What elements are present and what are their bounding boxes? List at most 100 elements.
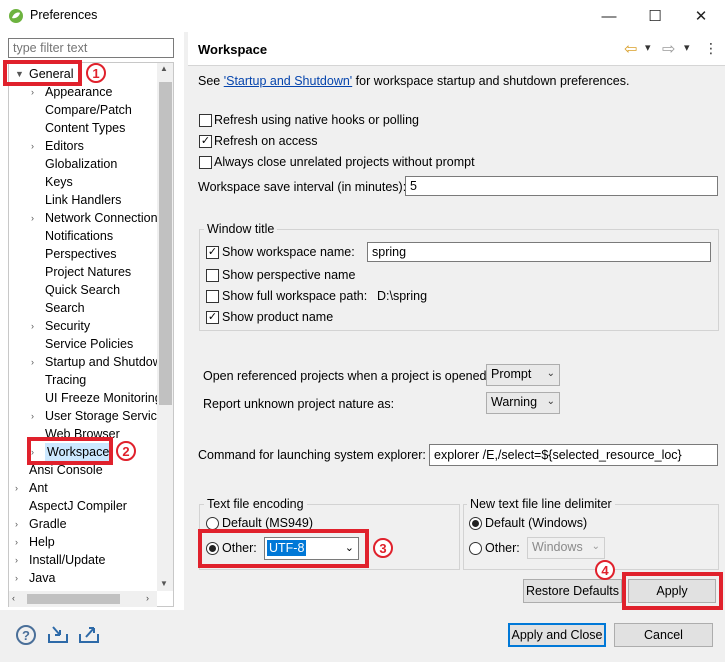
show-full-path-checkbox[interactable] bbox=[206, 290, 219, 303]
show-workspace-name-checkbox[interactable]: ✓ bbox=[206, 246, 219, 259]
tree-item-project-natures[interactable]: Project Natures bbox=[45, 263, 131, 281]
tree-item-link-handlers[interactable]: Link Handlers bbox=[45, 191, 121, 209]
expand-arrow-icon[interactable]: › bbox=[31, 317, 34, 335]
maximize-button[interactable]: ☐ bbox=[632, 0, 678, 32]
tree-item-label: Editors bbox=[45, 139, 84, 153]
tree-item-label: Java bbox=[29, 571, 56, 585]
restore-defaults-button[interactable]: Restore Defaults bbox=[523, 579, 622, 603]
chevron-down-icon: ⌄ bbox=[546, 368, 555, 379]
back-arrow-icon[interactable]: ⇦ bbox=[624, 39, 637, 59]
filter-input[interactable] bbox=[8, 38, 174, 58]
refresh-access-checkbox[interactable]: ✓ bbox=[199, 135, 212, 148]
annotation-badge-4: 4 bbox=[595, 560, 615, 580]
tree-item-label: Ant bbox=[29, 481, 48, 495]
preference-tree: ▼ General › Appearance Compare/Patch Cont… bbox=[8, 62, 174, 607]
report-unknown-combo[interactable]: Warning ⌄ bbox=[486, 392, 560, 414]
explorer-command-input[interactable]: explorer /E,/select=${selected_resource_… bbox=[429, 444, 718, 466]
show-product-label: Show product name bbox=[222, 310, 334, 324]
tree-item-keys[interactable]: Keys bbox=[45, 173, 73, 191]
see-prefix: See bbox=[198, 74, 224, 88]
back-history-menu-icon[interactable]: ▾ bbox=[645, 41, 651, 54]
open-referenced-value: Prompt bbox=[491, 367, 532, 381]
scroll-up-icon[interactable]: ▲ bbox=[160, 64, 168, 73]
show-product-checkbox[interactable]: ✓ bbox=[206, 311, 219, 324]
window-title-group-label: Window title bbox=[204, 222, 278, 236]
spring-app-icon bbox=[9, 9, 23, 23]
scroll-left-icon[interactable]: ‹ bbox=[12, 593, 15, 603]
tree-item-label: Network Connection bbox=[45, 211, 158, 225]
always-close-checkbox[interactable] bbox=[199, 156, 212, 169]
always-close-label: Always close unrelated projects without … bbox=[214, 155, 475, 169]
scroll-right-icon[interactable]: › bbox=[146, 593, 149, 603]
export-icon[interactable] bbox=[78, 624, 100, 644]
delimiter-other-label: Other: bbox=[485, 541, 520, 555]
line-delimiter-label: New text file line delimiter bbox=[467, 497, 615, 511]
expand-arrow-icon[interactable]: › bbox=[31, 137, 34, 155]
encoding-default-label: Default (MS949) bbox=[222, 516, 314, 530]
tree-item-service-policies[interactable]: Service Policies bbox=[45, 335, 133, 353]
tree-item-label: Security bbox=[45, 319, 91, 333]
chevron-down-icon: ⌄ bbox=[591, 541, 600, 552]
tree-item-ui-freeze-monitoring[interactable]: UI Freeze Monitoring bbox=[45, 389, 162, 407]
expand-arrow-icon[interactable]: › bbox=[31, 353, 34, 371]
tree-item-perspectives[interactable]: Perspectives bbox=[45, 245, 117, 263]
expand-arrow-icon[interactable]: › bbox=[15, 533, 18, 551]
expand-arrow-icon[interactable]: › bbox=[15, 515, 18, 533]
tree-item-label: Startup and Shutdow bbox=[45, 355, 162, 369]
tree-item-globalization[interactable]: Globalization bbox=[45, 155, 117, 173]
import-icon[interactable] bbox=[47, 624, 69, 644]
expand-arrow-icon[interactable]: › bbox=[31, 407, 34, 425]
view-menu-icon[interactable]: ⋮ bbox=[704, 40, 718, 57]
text-file-encoding-label: Text file encoding bbox=[204, 497, 307, 511]
show-workspace-name-label: Show workspace name: bbox=[222, 245, 355, 259]
scroll-down-icon[interactable]: ▼ bbox=[160, 579, 168, 588]
report-unknown-label: Report unknown project nature as: bbox=[203, 397, 395, 411]
expand-arrow-icon[interactable]: › bbox=[31, 209, 34, 227]
annotation-badge-1: 1 bbox=[86, 63, 106, 83]
tree-item-label: User Storage Service bbox=[45, 409, 164, 423]
workspace-name-input[interactable]: spring bbox=[367, 242, 711, 262]
delimiter-value: Windows bbox=[532, 540, 583, 554]
help-icon[interactable]: ? bbox=[16, 625, 36, 645]
save-interval-input[interactable]: 5 bbox=[405, 176, 718, 196]
apply-and-close-button[interactable]: Apply and Close bbox=[508, 623, 606, 647]
tree-horizontal-scroll-thumb[interactable] bbox=[27, 594, 120, 604]
startup-shutdown-link[interactable]: 'Startup and Shutdown' bbox=[224, 74, 352, 88]
expand-arrow-icon[interactable]: › bbox=[15, 551, 18, 569]
annotation-badge-2: 2 bbox=[116, 441, 136, 461]
page-header: Workspace ⇦ ▾ ⇨ ▾ ⋮ bbox=[188, 32, 725, 66]
delimiter-combo[interactable]: Windows ⌄ bbox=[527, 537, 605, 559]
refresh-access-label: Refresh on access bbox=[214, 134, 318, 148]
forward-history-menu-icon[interactable]: ▾ bbox=[684, 41, 690, 54]
refresh-native-checkbox[interactable] bbox=[199, 114, 212, 127]
tree-item-aspectj-compiler[interactable]: AspectJ Compiler bbox=[29, 497, 127, 515]
highlight-box-apply bbox=[622, 572, 723, 610]
save-interval-label: Workspace save interval (in minutes): bbox=[198, 180, 407, 194]
title-bar: Preferences — ☐ ✕ bbox=[0, 0, 725, 32]
page-title: Workspace bbox=[198, 42, 268, 57]
tree-item-content-types[interactable]: Content Types bbox=[45, 119, 125, 137]
show-perspective-checkbox[interactable] bbox=[206, 269, 219, 282]
open-referenced-combo[interactable]: Prompt ⌄ bbox=[486, 364, 560, 386]
delimiter-other-radio[interactable] bbox=[469, 542, 482, 555]
tree-item-quick-search[interactable]: Quick Search bbox=[45, 281, 120, 299]
highlight-box-general bbox=[3, 60, 82, 86]
report-unknown-value: Warning bbox=[491, 395, 538, 409]
close-button[interactable]: ✕ bbox=[678, 0, 724, 32]
refresh-native-label: Refresh using native hooks or polling bbox=[214, 113, 419, 127]
tree-item-compare-patch[interactable]: Compare/Patch bbox=[45, 101, 132, 119]
forward-arrow-icon[interactable]: ⇨ bbox=[662, 39, 675, 59]
startup-link-sentence: See 'Startup and Shutdown' for workspace… bbox=[198, 74, 629, 88]
cancel-button[interactable]: Cancel bbox=[614, 623, 713, 647]
delimiter-default-radio[interactable] bbox=[469, 517, 482, 530]
tree-item-search[interactable]: Search bbox=[45, 299, 85, 317]
minimize-button[interactable]: — bbox=[586, 0, 632, 32]
tree-item-tracing[interactable]: Tracing bbox=[45, 371, 86, 389]
explorer-command-label: Command for launching system explorer: bbox=[198, 448, 426, 462]
expand-arrow-icon[interactable]: › bbox=[15, 479, 18, 497]
tree-item-notifications[interactable]: Notifications bbox=[45, 227, 113, 245]
expand-arrow-icon[interactable]: › bbox=[15, 569, 18, 587]
tree-vertical-scroll-thumb[interactable] bbox=[159, 82, 172, 405]
highlight-box-encoding bbox=[198, 529, 369, 568]
tree-item-label: Install/Update bbox=[29, 553, 106, 567]
